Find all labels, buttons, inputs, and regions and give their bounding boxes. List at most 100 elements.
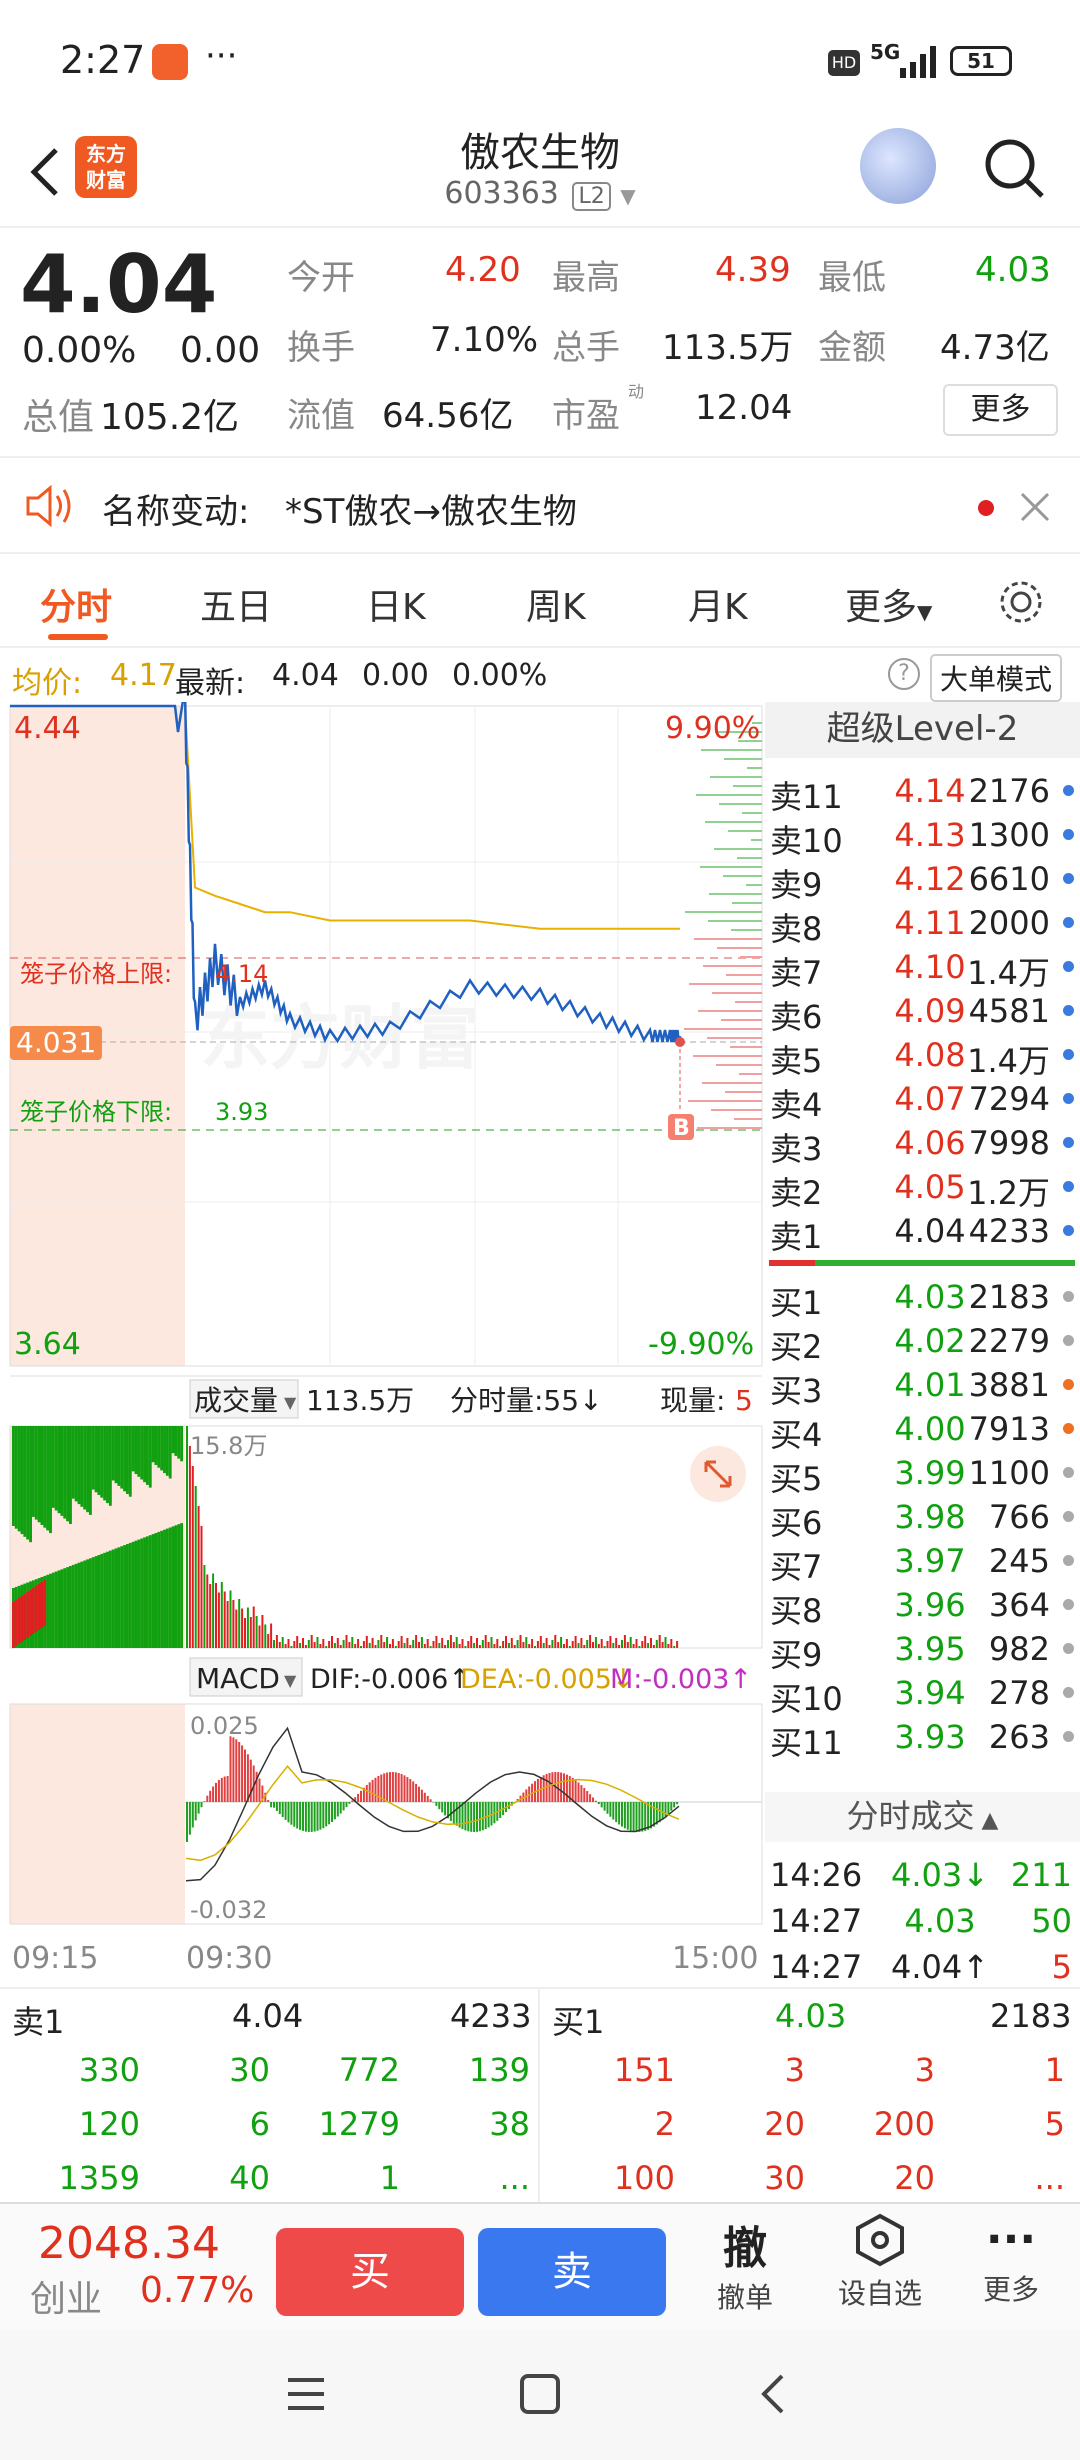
- index-value[interactable]: 2048.34: [38, 2218, 220, 2269]
- high-value: 4.39: [715, 250, 791, 290]
- volume-bar: [412, 1640, 415, 1648]
- volume-bar: [114, 1548, 118, 1648]
- robot-assistant-icon[interactable]: [860, 128, 936, 204]
- tab-five-day[interactable]: 五日: [200, 578, 272, 630]
- macd-bar: [583, 1787, 586, 1802]
- tab-intraday[interactable]: 分时: [40, 578, 112, 630]
- last-price: 4.04: [20, 238, 218, 331]
- ask-row[interactable]: 卖5 4.08 1.4万: [765, 1032, 1080, 1080]
- macd-bar: [313, 1802, 316, 1832]
- bid-row[interactable]: 买5 3.99 1100: [765, 1450, 1080, 1498]
- bid-row[interactable]: 买9 3.95 982: [765, 1626, 1080, 1674]
- volume-bar: [423, 1644, 426, 1648]
- macd-bar: [652, 1802, 655, 1827]
- settings-gear-icon[interactable]: [995, 576, 1047, 628]
- bid-row[interactable]: 买2 4.02 2279: [765, 1318, 1080, 1366]
- bid-dot-icon: [1063, 1467, 1074, 1478]
- sell-button[interactable]: 卖: [478, 2228, 666, 2316]
- big-order-mode-button[interactable]: 大单模式: [930, 654, 1063, 702]
- volume-bar: [241, 1608, 244, 1648]
- depth-bar: [724, 758, 762, 760]
- volume-bar: [40, 1426, 44, 1525]
- stock-name[interactable]: 傲农生物: [340, 120, 740, 178]
- queue-sell-price: 4.04: [232, 1997, 304, 2035]
- home-icon[interactable]: [518, 2372, 562, 2416]
- help-icon[interactable]: ?: [888, 658, 920, 690]
- title-bar: 东方 财富 傲农生物 603363 L2 ▼: [0, 120, 1080, 228]
- volume-bar: [80, 1561, 84, 1648]
- close-icon[interactable]: [1018, 490, 1052, 524]
- depth-bar: [698, 1010, 762, 1012]
- volume-bar: [458, 1644, 461, 1648]
- back-nav-icon[interactable]: [752, 2372, 796, 2416]
- macd-bar: [235, 1739, 238, 1802]
- macd-bar: [580, 1785, 583, 1802]
- ask-volume: 6610: [968, 860, 1050, 898]
- tab-monthly-k[interactable]: 月K: [688, 578, 748, 630]
- add-watchlist-button[interactable]: 设自选: [820, 2212, 940, 2312]
- notice-bar[interactable]: 名称变动: *ST傲农→傲农生物: [0, 460, 1080, 554]
- top-price-label: 4.44: [14, 711, 81, 746]
- tab-daily-k[interactable]: 日K: [366, 578, 426, 630]
- tick-time: 14:27: [770, 1902, 863, 1940]
- ask-row[interactable]: 卖10 4.13 1300: [765, 812, 1080, 860]
- ask-row[interactable]: 卖6 4.09 4581: [765, 988, 1080, 1036]
- ask-row[interactable]: 卖1 4.04 4233: [765, 1208, 1080, 1256]
- tab-more[interactable]: 更多▼: [845, 578, 932, 630]
- menu-icon[interactable]: [284, 2372, 328, 2416]
- volume-bar: [29, 1590, 32, 1636]
- back-icon[interactable]: [20, 142, 70, 202]
- bid-row[interactable]: 买4 4.00 7913: [765, 1406, 1080, 1454]
- ask-row[interactable]: 卖4 4.07 7294: [765, 1076, 1080, 1124]
- chart-area[interactable]: 东方财富 B 4.44 9.90% 3.64 -9.90% 笼子价格上限: 4.…: [0, 702, 765, 1987]
- system-nav-bar: [0, 2330, 1080, 2460]
- depth-bar: [733, 785, 762, 787]
- volume-bar: [160, 1426, 164, 1471]
- depth-bar: [730, 1046, 762, 1048]
- more-button[interactable]: 更多: [943, 384, 1058, 436]
- bid-row[interactable]: 买6 3.98 766: [765, 1494, 1080, 1542]
- ask-row[interactable]: 卖3 4.06 7998: [765, 1120, 1080, 1168]
- bid-dot-icon: [1063, 1511, 1074, 1522]
- macd-bar: [191, 1802, 194, 1828]
- bid-row[interactable]: 买10 3.94 278: [765, 1670, 1080, 1718]
- ask-dot-icon: [1063, 1005, 1074, 1016]
- buy-button[interactable]: 买: [276, 2228, 464, 2316]
- macd-bar: [403, 1775, 406, 1802]
- macd-bar: [449, 1802, 452, 1822]
- ask-row[interactable]: 卖8 4.11 2000: [765, 900, 1080, 948]
- bid-row[interactable]: 买3 4.01 3881: [765, 1362, 1080, 1410]
- macd-bar: [438, 1802, 441, 1810]
- volume-bar: [23, 1426, 27, 1537]
- search-icon[interactable]: [980, 134, 1050, 204]
- ask-row[interactable]: 卖11 4.14 2176: [765, 768, 1080, 816]
- volume-bar: [377, 1640, 380, 1648]
- tab-weekly-k[interactable]: 周K: [526, 578, 586, 630]
- tick-trades-header[interactable]: 分时成交 ▲: [765, 1792, 1080, 1842]
- bid-row[interactable]: 买8 3.96 364: [765, 1582, 1080, 1630]
- vol-caret-icon: ▼: [284, 1393, 297, 1412]
- cancel-order-button[interactable]: 撤 撤单: [700, 2212, 790, 2316]
- bid-row[interactable]: 买11 3.93 263: [765, 1714, 1080, 1762]
- intraday-chart[interactable]: 东方财富 B 4.44 9.90% 3.64 -9.90% 笼子价格上限: 4.…: [0, 702, 765, 1987]
- macd-bar: [197, 1802, 200, 1814]
- volume-bar: [60, 1426, 64, 1516]
- ask-row[interactable]: 卖2 4.05 1.2万: [765, 1164, 1080, 1212]
- macd-bar: [594, 1800, 597, 1802]
- volume-bar: [51, 1572, 55, 1648]
- volume-bar: [200, 1526, 203, 1648]
- volume-bar: [557, 1642, 560, 1648]
- stock-code-row[interactable]: 603363 L2 ▼: [340, 176, 740, 211]
- macd-bar: [415, 1783, 418, 1802]
- volume-bar: [177, 1426, 181, 1459]
- ask-row[interactable]: 卖7 4.10 1.4万: [765, 944, 1080, 992]
- more-actions-button[interactable]: ··· 更多: [966, 2212, 1056, 2308]
- volume-bar: [154, 1533, 158, 1648]
- macd-bar: [203, 1801, 206, 1802]
- ask-row[interactable]: 卖9 4.12 6610: [765, 856, 1080, 904]
- volume-bar: [71, 1564, 75, 1648]
- bid-row[interactable]: 买1 4.03 2183: [765, 1274, 1080, 1322]
- bid-row[interactable]: 买7 3.97 245: [765, 1538, 1080, 1586]
- avg-value: 4.17: [110, 658, 177, 693]
- pe-sup: 动: [628, 382, 645, 401]
